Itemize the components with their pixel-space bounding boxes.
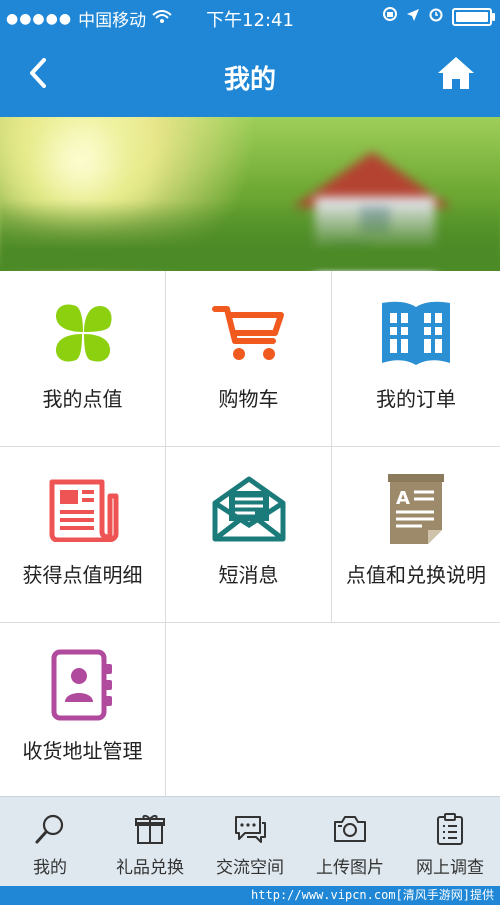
bottom-tab-bar: 我的 礼品兑换 交流空间 上传图片 网上调查 [0, 796, 500, 887]
tab-online-survey[interactable]: 网上调查 [400, 797, 500, 887]
menu-item-points-exchange-info[interactable]: A 点值和兑换说明 [332, 447, 500, 623]
tab-label: 上传图片 [316, 858, 384, 878]
camera-icon [333, 813, 367, 845]
status-right [382, 6, 495, 27]
menu-item-shopping-cart[interactable]: 购物车 [166, 271, 332, 447]
svg-text:A: A [396, 488, 410, 509]
menu-grid: 我的点值 购物车 我的订单 获得点值明细 短消息 A 点值和兑换说明 收货地址管… [0, 271, 500, 799]
open-book-icon [376, 295, 456, 371]
tab-community[interactable]: 交流空间 [200, 797, 300, 887]
tab-label: 我的 [33, 858, 67, 878]
menu-item-label: 收货地址管理 [22, 739, 143, 763]
gift-icon [133, 813, 167, 845]
envelope-icon [209, 471, 289, 547]
orientation-lock-icon [382, 6, 398, 27]
menu-item-my-points[interactable]: 我的点值 [0, 271, 166, 447]
tab-my[interactable]: 我的 [0, 797, 100, 887]
home-button[interactable] [434, 51, 478, 95]
address-book-icon [43, 647, 123, 723]
document-icon: A [376, 471, 456, 547]
home-icon [438, 57, 474, 89]
page-title: 我的 [223, 65, 276, 95]
search-icon [33, 813, 67, 845]
tab-upload-photo[interactable]: 上传图片 [300, 797, 400, 887]
location-arrow-icon [406, 7, 420, 27]
menu-item-label: 获得点值明细 [22, 563, 143, 587]
watermark-text: http://www.vipcn.com[清风手游网]提供 [0, 886, 500, 905]
menu-item-label: 我的订单 [376, 387, 456, 411]
alarm-icon [428, 6, 444, 27]
menu-item-label: 我的点值 [42, 387, 123, 411]
chat-icon [233, 813, 267, 845]
banner-image [0, 117, 500, 271]
tab-label: 交流空间 [216, 858, 284, 878]
menu-item-label: 购物车 [218, 387, 279, 411]
menu-item-points-detail[interactable]: 获得点值明细 [0, 447, 166, 623]
clipboard-icon [433, 813, 467, 845]
menu-item-address-management[interactable]: 收货地址管理 [0, 623, 166, 799]
clover-icon [43, 295, 123, 371]
shopping-cart-icon [209, 295, 289, 371]
menu-item-label: 点值和兑换说明 [346, 563, 486, 587]
newspaper-icon [43, 471, 123, 547]
tab-label: 礼品兑换 [116, 858, 184, 878]
menu-item-my-orders[interactable]: 我的订单 [332, 271, 500, 447]
status-bar: ●●●●● 中国移动 下午12:41 [0, 0, 500, 33]
tab-gift-exchange[interactable]: 礼品兑换 [100, 797, 200, 887]
tab-label: 网上调查 [416, 858, 484, 878]
battery-icon [452, 7, 495, 26]
menu-item-messages[interactable]: 短消息 [166, 447, 332, 623]
navbar: 我的 [0, 33, 500, 117]
menu-item-label: 短消息 [218, 563, 279, 587]
